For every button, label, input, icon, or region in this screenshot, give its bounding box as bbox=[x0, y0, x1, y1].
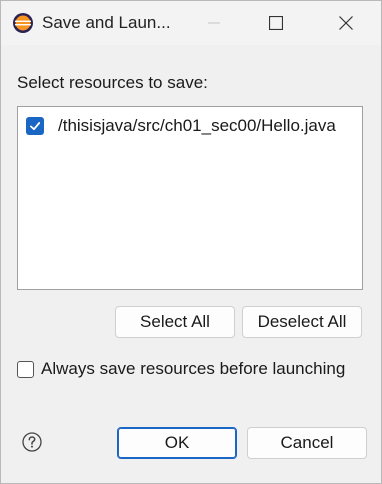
title-bar[interactable]: Save and Laun... bbox=[1, 1, 381, 45]
list-item[interactable]: /thisisjava/src/ch01_sec00/Hello.java bbox=[26, 115, 336, 137]
ok-button[interactable]: OK bbox=[117, 427, 237, 459]
window-title: Save and Laun... bbox=[42, 13, 171, 32]
resource-checkbox[interactable] bbox=[26, 117, 44, 135]
always-save-option[interactable]: Always save resources before launching bbox=[17, 359, 345, 379]
help-icon[interactable] bbox=[22, 432, 42, 452]
close-button[interactable] bbox=[323, 1, 369, 45]
select-all-button[interactable]: Select All bbox=[115, 306, 235, 338]
close-icon bbox=[339, 16, 353, 30]
resource-list[interactable]: /thisisjava/src/ch01_sec00/Hello.java bbox=[17, 106, 363, 290]
eclipse-icon bbox=[13, 13, 33, 33]
resource-path: /thisisjava/src/ch01_sec00/Hello.java bbox=[58, 116, 336, 135]
deselect-all-button[interactable]: Deselect All bbox=[242, 306, 362, 338]
cancel-button[interactable]: Cancel bbox=[247, 427, 367, 459]
always-save-label[interactable]: Always save resources before launching bbox=[41, 359, 345, 379]
minimize-button[interactable] bbox=[191, 1, 237, 45]
checkmark-icon bbox=[30, 122, 41, 131]
dialog-content: Select resources to save: /thisisjava/sr… bbox=[1, 45, 381, 483]
maximize-icon bbox=[269, 16, 283, 30]
always-save-checkbox[interactable] bbox=[17, 360, 34, 378]
select-resources-label: Select resources to save: bbox=[17, 73, 208, 92]
minimize-icon bbox=[208, 22, 220, 24]
maximize-button[interactable] bbox=[253, 1, 299, 45]
save-and-launch-dialog: Save and Laun... Select resources to sav… bbox=[0, 0, 382, 484]
